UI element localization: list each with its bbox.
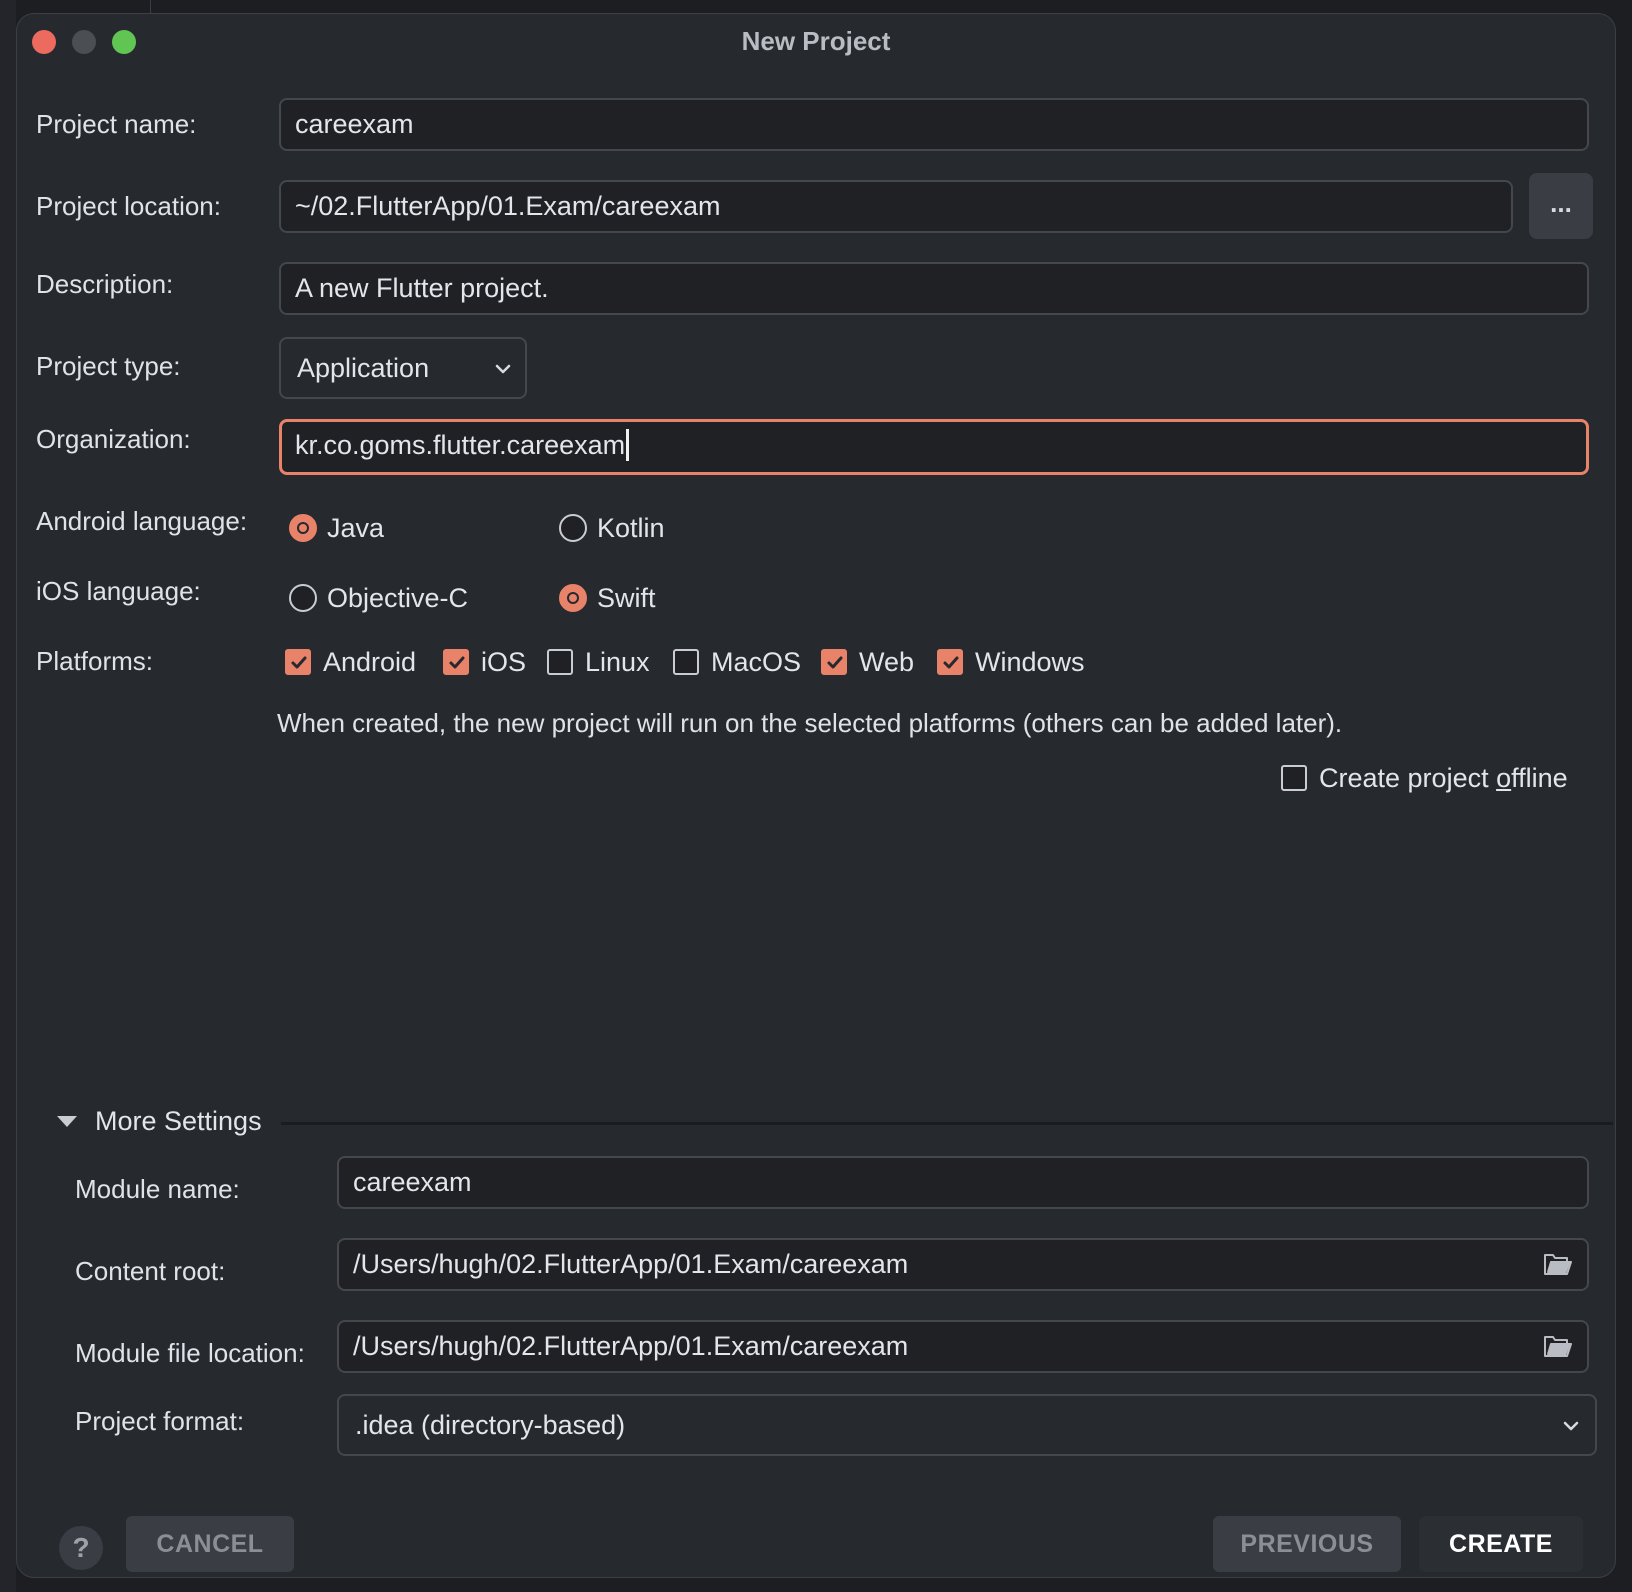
- module-file-location-value: /Users/hugh/02.FlutterApp/01.Exam/careex…: [353, 1331, 909, 1361]
- content-root-input[interactable]: /Users/hugh/02.FlutterApp/01.Exam/careex…: [337, 1238, 1589, 1291]
- create-offline-label-mnemonic: o: [1496, 762, 1512, 793]
- module-file-location-input[interactable]: /Users/hugh/02.FlutterApp/01.Exam/careex…: [337, 1320, 1589, 1373]
- project-format-select[interactable]: .idea (directory-based): [337, 1394, 1597, 1456]
- radio-swift[interactable]: Swift: [559, 578, 656, 618]
- create-offline-option[interactable]: Create project offline: [1281, 758, 1568, 798]
- description-label: Description:: [36, 269, 174, 299]
- platform-android-label: Android: [323, 646, 417, 677]
- previous-button[interactable]: PREVIOUS: [1213, 1516, 1401, 1572]
- radio-kotlin-label: Kotlin: [597, 512, 665, 543]
- module-name-input[interactable]: careexam: [337, 1156, 1589, 1209]
- platform-web-label: Web: [859, 646, 915, 677]
- radio-java-indicator[interactable]: [289, 514, 317, 542]
- project-type-value: Application: [297, 353, 430, 383]
- more-settings-toggle[interactable]: More Settings: [57, 1106, 262, 1137]
- triangle-down-icon: [57, 1116, 77, 1127]
- chevron-down-icon: [495, 364, 511, 374]
- chevron-down-icon: [1563, 1421, 1579, 1431]
- folder-open-icon[interactable]: [1543, 1252, 1573, 1278]
- project-format-label: Project format:: [75, 1406, 245, 1436]
- more-settings-label: More Settings: [95, 1106, 262, 1136]
- project-type-select[interactable]: Application: [279, 337, 527, 399]
- content-root-label: Content root:: [75, 1256, 226, 1286]
- organization-input[interactable]: kr.co.goms.flutter.careexam: [279, 419, 1589, 475]
- checkmark-icon: [291, 656, 307, 669]
- checkmark-icon: [943, 656, 959, 669]
- project-type-label: Project type:: [36, 351, 181, 381]
- radio-objective-c[interactable]: Objective-C: [289, 578, 468, 618]
- project-name-input[interactable]: careexam: [279, 98, 1589, 151]
- new-project-dialog: New Project Project name: careexam Proje…: [16, 13, 1616, 1578]
- platform-macos-label: MacOS: [711, 646, 802, 677]
- organization-value: kr.co.goms.flutter.careexam: [295, 430, 626, 460]
- platform-macos-checkbox[interactable]: [673, 649, 699, 675]
- text-caret: [626, 428, 630, 461]
- module-file-location-label: Module file location:: [75, 1338, 305, 1368]
- create-offline-checkbox[interactable]: [1281, 765, 1307, 791]
- radio-swift-label: Swift: [597, 582, 656, 613]
- help-button[interactable]: ?: [59, 1526, 103, 1570]
- description-input[interactable]: A new Flutter project.: [279, 262, 1589, 315]
- project-location-label: Project location:: [36, 191, 221, 221]
- platform-android-checkbox[interactable]: [285, 649, 311, 675]
- checkmark-icon: [449, 656, 465, 669]
- platforms-hint: When created, the new project will run o…: [277, 708, 1343, 738]
- platform-android[interactable]: Android: [285, 642, 416, 682]
- platform-macos[interactable]: MacOS: [673, 642, 801, 682]
- checkmark-icon: [827, 656, 843, 669]
- platform-linux[interactable]: Linux: [547, 642, 650, 682]
- create-offline-label-post: ffline: [1511, 762, 1568, 793]
- platform-windows-label: Windows: [975, 646, 1085, 677]
- platform-ios-checkbox[interactable]: [443, 649, 469, 675]
- radio-kotlin-indicator[interactable]: [559, 514, 587, 542]
- radio-java[interactable]: Java: [289, 508, 384, 548]
- radio-swift-indicator[interactable]: [559, 584, 587, 612]
- radio-kotlin[interactable]: Kotlin: [559, 508, 665, 548]
- platform-windows-checkbox[interactable]: [937, 649, 963, 675]
- organization-label: Organization:: [36, 424, 191, 454]
- browse-location-button[interactable]: ...: [1529, 173, 1593, 239]
- create-offline-label-pre: Create project: [1319, 762, 1497, 793]
- create-button[interactable]: CREATE: [1419, 1516, 1583, 1572]
- title-bar: New Project: [17, 14, 1615, 66]
- platform-ios[interactable]: iOS: [443, 642, 526, 682]
- project-name-label: Project name:: [36, 109, 197, 139]
- platform-linux-label: Linux: [585, 646, 650, 677]
- platform-ios-label: iOS: [481, 646, 527, 677]
- ios-language-label: iOS language:: [36, 576, 201, 606]
- cancel-button[interactable]: CANCEL: [126, 1516, 294, 1572]
- project-format-value: .idea (directory-based): [355, 1410, 626, 1440]
- android-language-label: Android language:: [36, 506, 248, 536]
- radio-java-label: Java: [327, 512, 385, 543]
- platform-web[interactable]: Web: [821, 642, 914, 682]
- folder-open-icon[interactable]: [1543, 1334, 1573, 1360]
- platform-windows[interactable]: Windows: [937, 642, 1085, 682]
- create-offline-label: Create project offline: [1319, 763, 1568, 794]
- project-location-input[interactable]: ~/02.FlutterApp/01.Exam/careexam: [279, 180, 1513, 233]
- background-editor-strip: [0, 0, 16, 1592]
- content-root-value: /Users/hugh/02.FlutterApp/01.Exam/careex…: [353, 1249, 909, 1279]
- module-name-label: Module name:: [75, 1174, 240, 1204]
- platforms-label: Platforms:: [36, 646, 154, 676]
- radio-objective-c-indicator[interactable]: [289, 584, 317, 612]
- window-title: New Project: [741, 26, 891, 56]
- radio-objective-c-label: Objective-C: [327, 582, 469, 613]
- background-divider: [150, 0, 151, 14]
- more-settings-separator: [281, 1122, 1613, 1125]
- platform-web-checkbox[interactable]: [821, 649, 847, 675]
- platform-linux-checkbox[interactable]: [547, 649, 573, 675]
